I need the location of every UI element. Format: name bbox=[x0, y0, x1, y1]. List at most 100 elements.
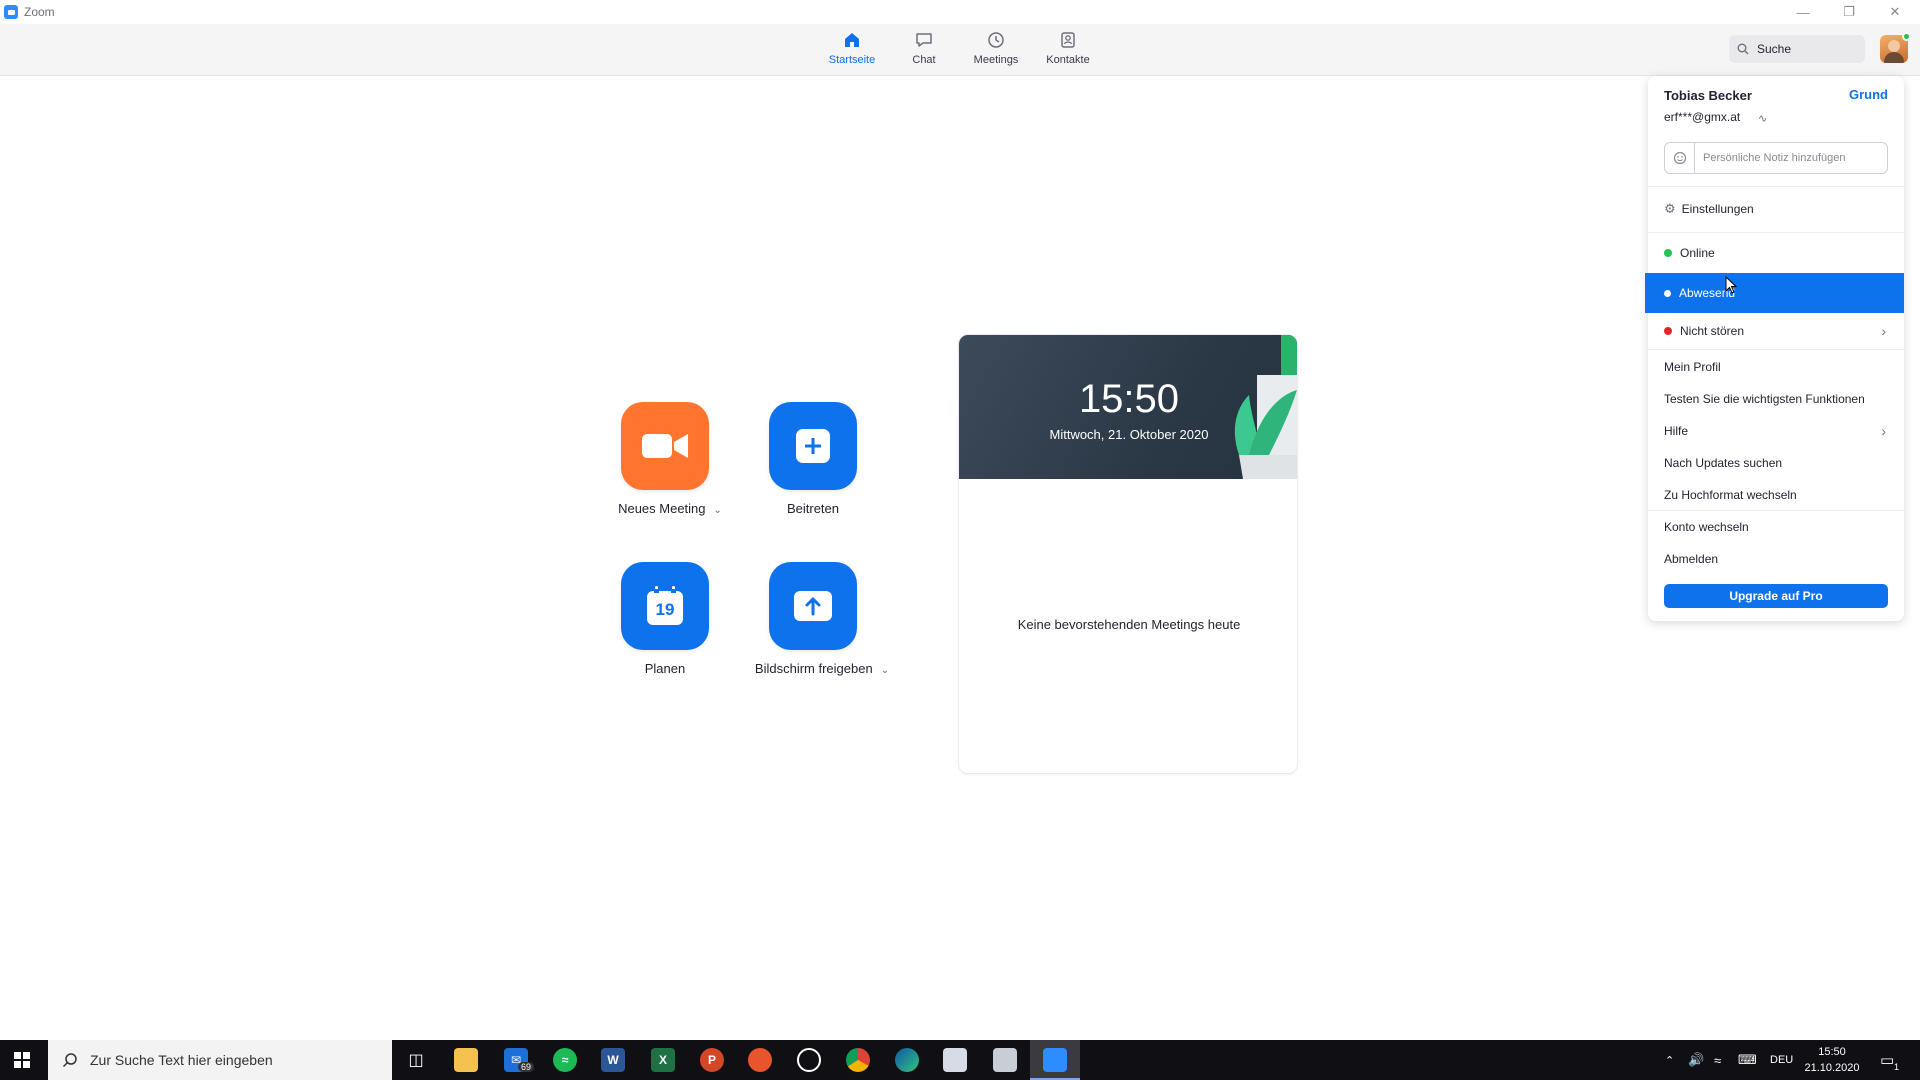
chrome-icon[interactable] bbox=[846, 1048, 870, 1072]
show-email-icon[interactable]: ∿ bbox=[1758, 112, 1767, 125]
language-indicator[interactable]: DEU bbox=[1770, 1040, 1793, 1080]
new-meeting-label[interactable]: Neues Meeting ⌄ bbox=[600, 501, 740, 516]
card-header: 15:50 Mittwoch, 21. Oktober 2020 bbox=[959, 335, 1297, 479]
taskbar-time: 15:50 bbox=[1818, 1046, 1846, 1058]
menu-item-settings[interactable]: ⚙ Einstellungen bbox=[1648, 194, 1904, 224]
wifi-icon[interactable]: ≈ bbox=[1714, 1040, 1721, 1080]
new-meeting-button[interactable] bbox=[621, 402, 709, 490]
chevron-down-icon[interactable]: ⌄ bbox=[714, 505, 722, 516]
personal-note-input[interactable] bbox=[1703, 152, 1883, 164]
menu-item-help[interactable]: Hilfe › bbox=[1648, 416, 1904, 446]
tab-label: Kontakte bbox=[1046, 54, 1090, 66]
join-label: Beitreten bbox=[786, 501, 840, 516]
notepad-icon[interactable] bbox=[993, 1048, 1017, 1072]
document-app-icon[interactable] bbox=[943, 1048, 967, 1072]
chat-icon bbox=[916, 33, 932, 47]
away-dot-icon bbox=[1664, 289, 1671, 297]
menu-divider bbox=[1648, 186, 1904, 187]
keyboard-icon[interactable]: ⌨ bbox=[1738, 1040, 1757, 1080]
show-hidden-icons[interactable]: ⌃ bbox=[1665, 1040, 1674, 1080]
tab-chat[interactable]: Chat bbox=[889, 30, 959, 74]
search-icon bbox=[62, 1053, 77, 1068]
video-camera-icon bbox=[642, 434, 688, 458]
app-icon[interactable] bbox=[748, 1048, 772, 1072]
upgrade-pro-button[interactable]: Upgrade auf Pro bbox=[1664, 584, 1888, 608]
share-screen-button[interactable] bbox=[769, 562, 857, 650]
schedule-label: Planen bbox=[644, 661, 686, 676]
spotify-icon[interactable]: ≈ bbox=[553, 1048, 577, 1072]
minimize-button[interactable]: — bbox=[1780, 0, 1826, 24]
taskbar-search[interactable]: Zur Suche Text hier eingeben bbox=[48, 1040, 392, 1080]
taskbar-clock[interactable]: 15:50 21.10.2020 bbox=[1802, 1044, 1862, 1076]
chevron-right-icon: › bbox=[1881, 423, 1886, 439]
menu-item-away[interactable]: Abwesend bbox=[1645, 273, 1904, 313]
no-meetings-message: Keine bevorstehenden Meetings heute bbox=[1017, 617, 1241, 632]
menu-item-portrait-mode[interactable]: Zu Hochformat wechseln bbox=[1648, 480, 1904, 510]
taskbar-search-placeholder: Zur Suche Text hier eingeben bbox=[90, 1052, 273, 1068]
menu-item-do-not-disturb[interactable]: Nicht stören › bbox=[1648, 316, 1904, 346]
task-view-icon[interactable]: ◫ bbox=[404, 1048, 428, 1072]
zoom-logo-icon bbox=[4, 5, 18, 19]
excel-icon[interactable]: X bbox=[651, 1048, 675, 1072]
close-button[interactable]: ✕ bbox=[1872, 0, 1918, 24]
share-screen-label[interactable]: Bildschirm freigeben ⌄ bbox=[742, 661, 902, 676]
menu-divider bbox=[1648, 349, 1904, 350]
mail-badge: 69 bbox=[518, 1062, 535, 1072]
join-button[interactable] bbox=[769, 402, 857, 490]
tab-meetings[interactable]: Meetings bbox=[961, 30, 1031, 74]
windows-start-icon[interactable] bbox=[14, 1052, 30, 1068]
calendar-day: 19 bbox=[655, 600, 675, 619]
online-dot-icon bbox=[1664, 249, 1672, 257]
search-icon bbox=[1737, 43, 1749, 55]
user-name: Tobias Becker bbox=[1664, 88, 1752, 103]
account-type-link[interactable]: Grund bbox=[1849, 87, 1888, 102]
schedule-button[interactable]: 19 bbox=[621, 562, 709, 650]
powerpoint-icon[interactable]: P bbox=[700, 1048, 724, 1072]
top-navigation: Startseite Chat Meetings Kontakte bbox=[0, 24, 1920, 76]
menu-item-online[interactable]: Online bbox=[1648, 238, 1904, 268]
tab-label: Chat bbox=[912, 54, 936, 66]
current-date: Mittwoch, 21. Oktober 2020 bbox=[1049, 427, 1209, 442]
restore-button[interactable]: ❐ bbox=[1826, 0, 1872, 24]
volume-icon[interactable]: 🔊 bbox=[1688, 1040, 1704, 1080]
notification-count: 1 bbox=[1894, 1062, 1900, 1072]
word-icon[interactable]: W bbox=[601, 1048, 625, 1072]
profile-menu: Tobias Becker Grund erf***@gmx.at ∿ ⚙ Ei… bbox=[1645, 76, 1904, 621]
notification-icon[interactable]: ▭ bbox=[1880, 1040, 1894, 1080]
upload-arrow-icon bbox=[794, 591, 832, 621]
user-email: erf***@gmx.at bbox=[1664, 110, 1741, 124]
menu-item-my-profile[interactable]: Mein Profil bbox=[1648, 352, 1904, 382]
obs-icon[interactable] bbox=[797, 1048, 821, 1072]
edge-icon[interactable] bbox=[895, 1048, 919, 1072]
current-time: 15:50 bbox=[1078, 377, 1180, 421]
tab-startseite[interactable]: Startseite bbox=[817, 30, 887, 74]
plus-icon bbox=[796, 429, 830, 463]
window-title: Zoom bbox=[24, 5, 55, 19]
menu-item-sign-out[interactable]: Abmelden bbox=[1648, 544, 1904, 574]
menu-item-check-updates[interactable]: Nach Updates suchen bbox=[1648, 448, 1904, 478]
menu-item-switch-account[interactable]: Konto wechseln bbox=[1648, 512, 1904, 542]
contacts-icon bbox=[1061, 32, 1075, 48]
title-bar: Zoom bbox=[0, 0, 1920, 24]
mouse-cursor-icon bbox=[1725, 276, 1737, 294]
emoji-icon[interactable] bbox=[1665, 143, 1695, 173]
chevron-down-icon[interactable]: ⌄ bbox=[881, 665, 889, 676]
file-explorer-icon[interactable] bbox=[454, 1048, 478, 1072]
gear-icon: ⚙ bbox=[1664, 201, 1676, 216]
chevron-right-icon: › bbox=[1881, 323, 1886, 339]
menu-divider bbox=[1648, 510, 1904, 511]
clock-icon bbox=[988, 32, 1004, 48]
online-status-dot bbox=[1902, 32, 1911, 41]
taskbar-date: 21.10.2020 bbox=[1804, 1062, 1860, 1074]
zoom-taskbar-button[interactable] bbox=[1030, 1040, 1080, 1080]
search-label: Suche bbox=[1757, 42, 1792, 56]
tab-label: Meetings bbox=[973, 54, 1019, 66]
windows-taskbar: Zur Suche Text hier eingeben ◫ ✉ 69 ≈ W … bbox=[0, 1040, 1920, 1080]
personal-note-field[interactable] bbox=[1664, 142, 1888, 174]
search-box[interactable]: Suche bbox=[1729, 35, 1865, 63]
menu-divider bbox=[1648, 232, 1904, 233]
menu-item-test-features[interactable]: Testen Sie die wichtigsten Funktionen bbox=[1648, 384, 1904, 414]
home-icon bbox=[845, 33, 859, 47]
upcoming-meetings-card: 15:50 Mittwoch, 21. Oktober 2020 Keine b… bbox=[958, 334, 1298, 774]
tab-kontakte[interactable]: Kontakte bbox=[1033, 30, 1103, 74]
